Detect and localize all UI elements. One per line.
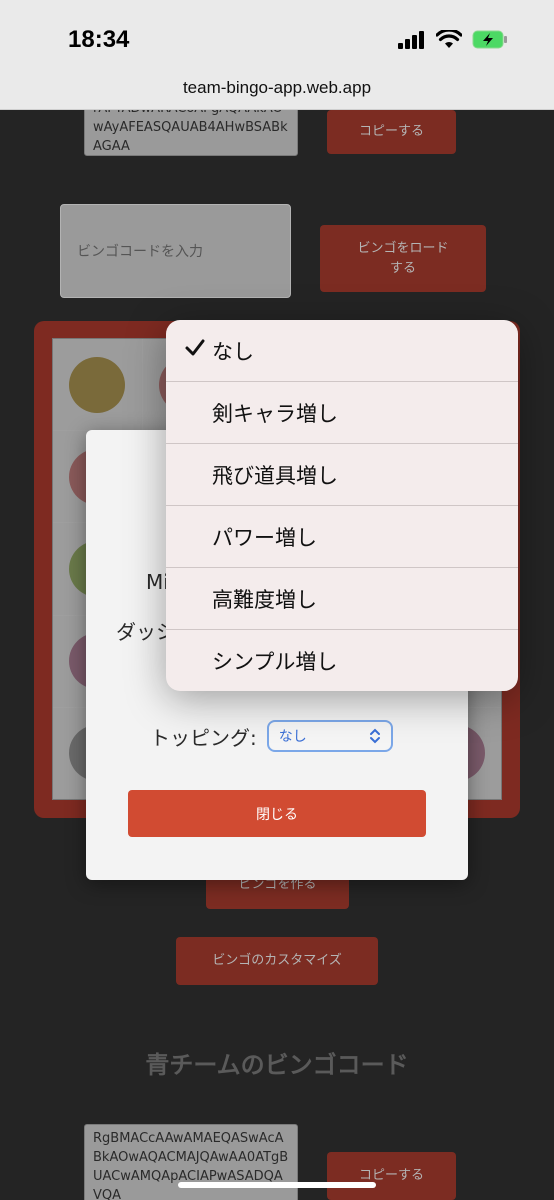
blue-team-code-title: 青チームのビンゴコード bbox=[145, 1051, 409, 1079]
bingo-cell[interactable] bbox=[53, 339, 142, 431]
menu-option-label: 高難度増し bbox=[212, 587, 317, 612]
menu-option-label: 剣キャラ増し bbox=[212, 401, 338, 426]
red-team-code-box: rAFYADwARACoAPgAQAAkAOwAyAFEASQAUAB4AHwB… bbox=[84, 110, 298, 156]
close-button[interactable]: 閉じる bbox=[128, 790, 426, 837]
copy-button-red[interactable]: コピーする bbox=[327, 110, 456, 154]
status-icons bbox=[398, 30, 508, 49]
load-bingo-button[interactable]: ビンゴをロードする bbox=[320, 225, 486, 292]
menu-option[interactable]: 高難度増し bbox=[166, 568, 518, 630]
character-portrait-icon bbox=[69, 356, 126, 413]
menu-option[interactable]: シンプル増し bbox=[166, 630, 518, 691]
topping-row: トッピング: なし bbox=[150, 720, 393, 752]
customize-bingo-button[interactable]: ビンゴのカスタマイズ bbox=[176, 937, 378, 985]
menu-option[interactable]: 飛び道具増し bbox=[166, 444, 518, 506]
topping-options-popover: なし剣キャラ増し 飛び道具増し パワー増し高難度増しシンプル増し bbox=[166, 320, 518, 691]
menu-option-label: 飛び道具増し bbox=[212, 463, 338, 488]
menu-option[interactable]: 剣キャラ増し bbox=[166, 382, 518, 444]
wifi-icon bbox=[436, 30, 462, 48]
status-bar: 18:34 team-bingo-app.web.app bbox=[0, 0, 554, 110]
url-bar[interactable]: team-bingo-app.web.app bbox=[0, 78, 554, 98]
bingo-code-input[interactable]: ビンゴコードを入力 bbox=[60, 204, 291, 298]
home-indicator[interactable] bbox=[178, 1182, 376, 1188]
menu-option[interactable]: なし bbox=[166, 320, 518, 382]
status-time: 18:34 bbox=[68, 26, 130, 53]
signal-icon bbox=[398, 30, 424, 49]
chevron-updown-icon bbox=[369, 728, 380, 744]
blue-team-code-box: RgBMACcAAwAMAEQASwAcABkAOwAQACMAJQAwAA0A… bbox=[84, 1124, 298, 1200]
topping-select-value: なし bbox=[278, 729, 307, 745]
menu-option[interactable]: パワー増し bbox=[166, 506, 518, 568]
menu-option-label: なし bbox=[212, 339, 254, 364]
topping-select[interactable]: なし bbox=[266, 720, 393, 752]
menu-option-label: パワー増し bbox=[212, 525, 317, 550]
menu-option-label: シンプル増し bbox=[212, 650, 338, 674]
topping-label: トッピング: bbox=[150, 725, 257, 750]
copy-button-blue[interactable]: コピーする bbox=[327, 1152, 456, 1200]
battery-charging-icon bbox=[472, 30, 507, 49]
checkmark-icon bbox=[185, 339, 205, 356]
